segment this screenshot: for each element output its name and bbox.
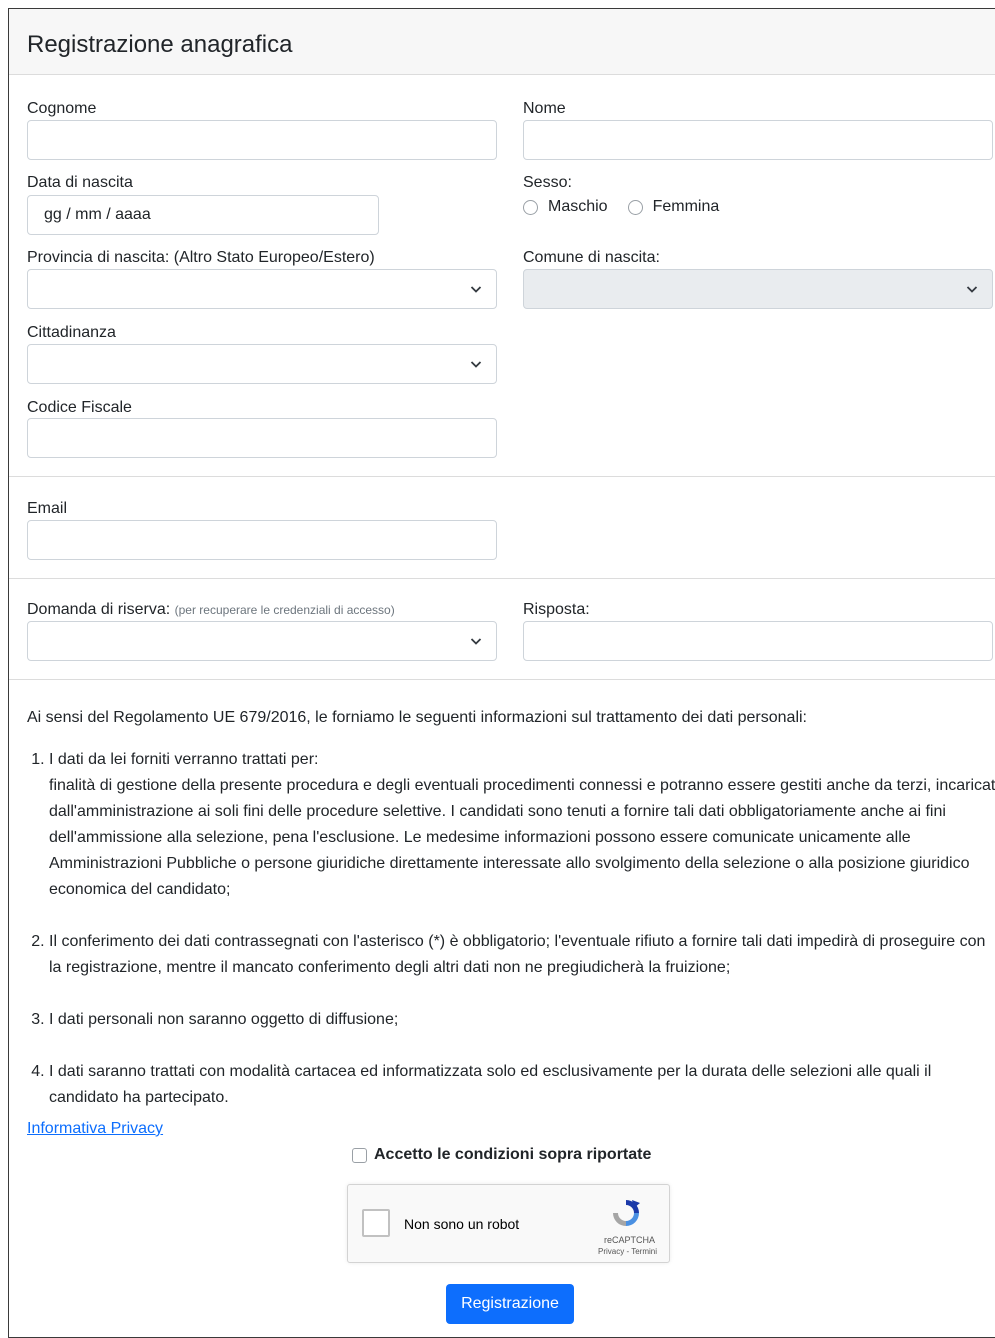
registration-card: Registrazione anagrafica Cognome Nome Da… bbox=[8, 8, 995, 1338]
privacy-policy-link[interactable]: Informativa Privacy bbox=[27, 1120, 163, 1138]
domanda-select[interactable] bbox=[27, 621, 497, 661]
radio-femmina[interactable] bbox=[627, 199, 643, 215]
email-input[interactable] bbox=[27, 520, 497, 560]
privacy-item: I dati da lei forniti verranno trattati … bbox=[49, 747, 995, 903]
privacy-item: I dati personali non saranno oggetto di … bbox=[49, 1007, 995, 1033]
chevron-down-icon bbox=[966, 286, 978, 293]
page-title: Registrazione anagrafica bbox=[27, 31, 293, 58]
divider bbox=[9, 679, 995, 680]
cittadinanza-select[interactable] bbox=[27, 344, 497, 384]
risposta-input[interactable] bbox=[523, 621, 993, 661]
radio-maschio[interactable] bbox=[523, 199, 538, 215]
divider bbox=[9, 578, 995, 579]
email-label: Email bbox=[27, 500, 68, 517]
provincia-select[interactable] bbox=[27, 269, 497, 309]
comune-select[interactable] bbox=[523, 269, 993, 309]
privacy-item-title: I dati da lei forniti verranno trattati … bbox=[49, 751, 319, 768]
recaptcha-checkbox[interactable] bbox=[362, 1209, 390, 1237]
accept-checkbox[interactable] bbox=[352, 1147, 367, 1163]
card-header: Registrazione anagrafica bbox=[9, 9, 995, 75]
cittadinanza-label: Cittadinanza bbox=[27, 324, 116, 341]
domanda-hint: (per recuperare le credenziali di access… bbox=[174, 603, 395, 617]
chevron-down-icon bbox=[470, 361, 482, 368]
privacy-item: Il conferimento dei dati contrassegnati … bbox=[49, 929, 995, 981]
domanda-label: Domanda di riserva: (per recuperare le c… bbox=[27, 601, 395, 619]
divider bbox=[9, 476, 995, 477]
chevron-down-icon bbox=[470, 286, 482, 293]
domanda-label-text: Domanda di riserva: bbox=[27, 601, 171, 618]
privacy-info: Ai sensi del Regolamento UE 679/2016, le… bbox=[27, 705, 995, 1111]
nome-input[interactable] bbox=[523, 120, 993, 160]
cognome-input[interactable] bbox=[27, 120, 497, 160]
privacy-list: I dati da lei forniti verranno trattati … bbox=[27, 747, 995, 1111]
radio-maschio-label: Maschio bbox=[548, 198, 608, 215]
nome-label: Nome bbox=[523, 100, 566, 117]
submit-button[interactable]: Registrazione bbox=[446, 1284, 574, 1324]
provincia-label: Provincia di nascita: (Altro Stato Europ… bbox=[27, 249, 375, 266]
privacy-item: I dati saranno trattati con modalità car… bbox=[49, 1059, 995, 1111]
comune-label: Comune di nascita: bbox=[523, 249, 660, 266]
radio-femmina-label: Femmina bbox=[652, 198, 720, 215]
privacy-item-text: finalità di gestione della presente proc… bbox=[49, 777, 995, 898]
accept-terms: Accetto le condizioni sopra riportate bbox=[352, 1146, 651, 1164]
sesso-radio-group: Maschio Femmina bbox=[523, 198, 719, 216]
privacy-item-text: I dati saranno trattati con modalità car… bbox=[49, 1063, 932, 1106]
recaptcha-brand: reCAPTCHA bbox=[603, 1235, 655, 1245]
date-placeholder: gg / mm / aaaa bbox=[44, 206, 151, 223]
recaptcha-widget: Non sono un robot reCAPTCHA Privacy - Te… bbox=[347, 1184, 670, 1263]
data-nascita-input[interactable]: gg / mm / aaaa bbox=[27, 195, 379, 235]
cognome-label: Cognome bbox=[27, 100, 97, 117]
privacy-intro: Ai sensi del Regolamento UE 679/2016, le… bbox=[27, 709, 807, 726]
recaptcha-icon bbox=[613, 1200, 640, 1226]
sesso-label: Sesso: bbox=[523, 174, 572, 191]
data-nascita-label: Data di nascita bbox=[27, 174, 133, 191]
recaptcha-label: Non sono un robot bbox=[404, 1216, 520, 1232]
privacy-item-text: Il conferimento dei dati contrassegnati … bbox=[49, 933, 986, 976]
risposta-label: Risposta: bbox=[523, 601, 590, 618]
chevron-down-icon bbox=[470, 638, 482, 645]
accept-label: Accetto le condizioni sopra riportate bbox=[374, 1146, 652, 1163]
codice-fiscale-label: Codice Fiscale bbox=[27, 399, 132, 416]
privacy-item-text: I dati personali non saranno oggetto di … bbox=[49, 1011, 399, 1028]
recaptcha-terms[interactable]: Privacy - Termini bbox=[598, 1247, 657, 1256]
codice-fiscale-input[interactable] bbox=[27, 418, 497, 458]
